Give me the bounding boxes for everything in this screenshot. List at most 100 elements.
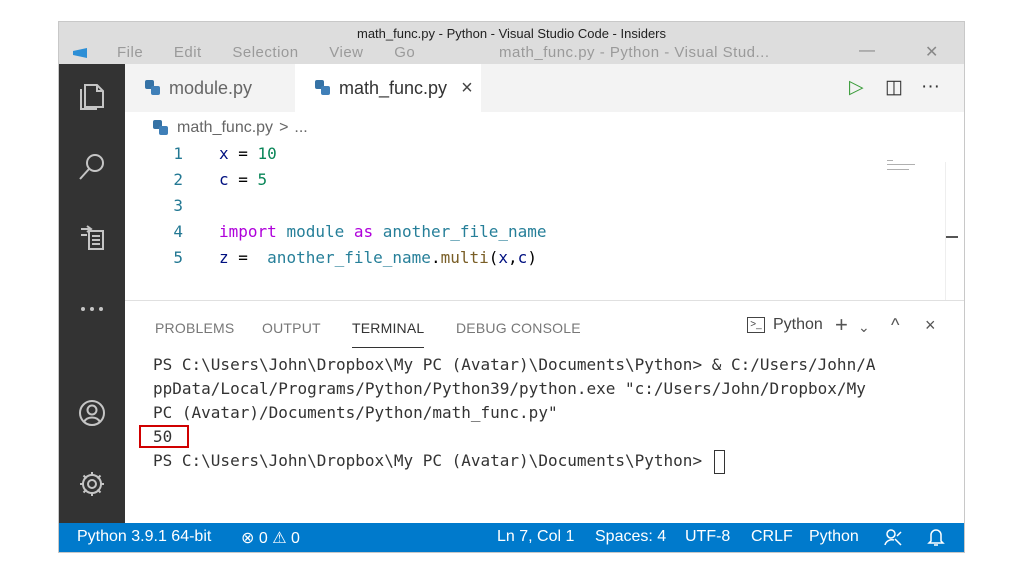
code-token: x [219,144,229,163]
active-tab-indicator [352,347,424,348]
tab-module-py[interactable]: module.py [125,64,295,112]
editor-area: module.py math_func.py × ▷ ◫ ··· math_fu… [125,64,964,524]
menu-bar-ghost[interactable]: File Edit Selection View Go [117,44,441,61]
menu-file[interactable]: File [117,44,143,61]
line-number: 2 [173,170,183,189]
menu-edit[interactable]: Edit [174,44,202,61]
code-token: another_file_name [382,222,547,241]
close-window-icon[interactable]: ✕ [925,42,938,62]
code-text: x = 10 [219,144,277,163]
cursor-position[interactable]: Ln 7, Col 1 [497,528,574,546]
terminal-profile[interactable]: >_ Python [747,316,823,334]
terminal-prompt-line: PS C:\Users\John\Dropbox\My PC (Avatar)\… [153,449,953,474]
code-token: multi [440,248,489,267]
end-of-line[interactable]: CRLF [751,528,793,546]
python-interpreter[interactable]: Python 3.9.1 64-bit [77,528,211,546]
more-icon[interactable] [72,289,112,329]
maximize-panel-icon[interactable]: ^ [891,315,899,336]
tab-label: math_func.py [339,77,448,98]
encoding[interactable]: UTF-8 [685,528,730,546]
line-number: 3 [173,196,183,215]
code-token: ) [527,248,537,267]
code-text: import module as another_file_name [219,222,547,241]
feedback-icon[interactable] [883,527,903,552]
editor-tabs: module.py math_func.py × ▷ ◫ ··· [125,64,964,112]
breadcrumb-separator: > [279,119,289,136]
source-control-icon[interactable] [72,218,112,258]
tab-output[interactable]: OUTPUT [262,320,321,336]
python-file-icon [315,80,331,96]
warnings-count: ⚠ 0 [272,530,300,547]
search-icon[interactable] [72,147,112,187]
scrollbar-cursor-marker [946,236,958,238]
terminal-profile-label: Python [773,316,823,333]
activity-bar [59,64,125,523]
code-token: another_file_name [267,248,431,267]
code-token: x [498,248,509,267]
window-title: math_func.py - Python - Visual Studio Co… [356,26,667,41]
new-terminal-icon[interactable]: + [835,312,848,338]
menu-selection[interactable]: Selection [232,44,298,61]
errors-count: ⊗ 0 [241,530,268,547]
terminal-line-output: 50 [153,427,173,446]
tab-problems[interactable]: PROBLEMS [155,320,234,336]
chevron-down-icon[interactable]: ⌄ [858,319,870,336]
bell-icon[interactable] [927,527,945,552]
code-token: 10 [257,144,277,163]
code-token: c [219,170,229,189]
split-editor-icon[interactable]: ◫ [885,76,903,99]
code-token: 5 [257,170,268,189]
indentation[interactable]: Spaces: 4 [595,528,666,546]
close-tab-icon[interactable]: × [461,77,473,100]
terminal-line: PS C:\Users\John\Dropbox\My PC (Avatar)\… [153,355,876,374]
terminal-line: PC (Avatar)/Documents/Python/math_func.p… [153,403,558,422]
account-icon[interactable] [72,393,112,433]
bottom-panel: PROBLEMS OUTPUT TERMINAL DEBUG CONSOLE >… [125,300,964,524]
tab-math-func-py[interactable]: math_func.py × [295,64,481,112]
minimize-icon[interactable]: — [859,42,875,60]
code-token: = [228,144,258,163]
editor-ruler [945,162,946,300]
line-number: 5 [173,248,183,267]
terminal-output[interactable]: PS C:\Users\John\Dropbox\My PC (Avatar)\… [153,353,953,474]
explorer-icon[interactable] [72,76,112,116]
code-token: c [517,248,528,267]
terminal-line: ppData/Local/Programs/Python/Python39/py… [153,379,866,398]
breadcrumb: math_func.py > ... [153,119,308,137]
terminal-cursor [713,449,725,474]
code-token: ( [488,248,499,267]
python-file-icon [145,80,161,96]
status-bar: Python 3.9.1 64-bit ⊗ 0 ⚠ 0 Ln 7, Col 1 … [59,523,964,552]
menu-go[interactable]: Go [394,44,415,61]
code-token: z [219,248,229,267]
minimap[interactable] [887,160,943,170]
title-bar: File Edit Selection View Go math_func.py… [59,22,964,64]
code-token: import [219,222,277,241]
output-highlight-box [139,425,189,448]
line-number: 1 [173,144,183,163]
breadcrumb-file[interactable]: math_func.py [177,119,273,137]
code-token: as [353,222,374,241]
tab-terminal[interactable]: TERMINAL [352,320,424,336]
settings-gear-icon[interactable] [72,464,112,504]
code-token: , [508,248,518,267]
python-file-icon [153,120,169,136]
close-panel-icon[interactable]: × [925,315,936,336]
code-token: = [228,248,268,267]
code-token: . [430,248,441,267]
problems-count[interactable]: ⊗ 0 ⚠ 0 [241,528,300,548]
more-actions-icon[interactable]: ··· [921,76,940,98]
run-python-file-icon[interactable]: ▷ [849,76,864,99]
code-token: = [228,170,258,189]
line-number: 4 [173,222,183,241]
breadcrumb-rest[interactable]: ... [294,119,307,137]
terminal-icon: >_ [747,317,765,333]
menu-view[interactable]: View [329,44,363,61]
vscode-window: File Edit Selection View Go math_func.py… [58,21,965,553]
tab-debug-console[interactable]: DEBUG CONSOLE [456,320,581,336]
language-mode[interactable]: Python [809,528,859,546]
terminal-prompt: PS C:\Users\John\Dropbox\My PC (Avatar)\… [153,451,712,470]
